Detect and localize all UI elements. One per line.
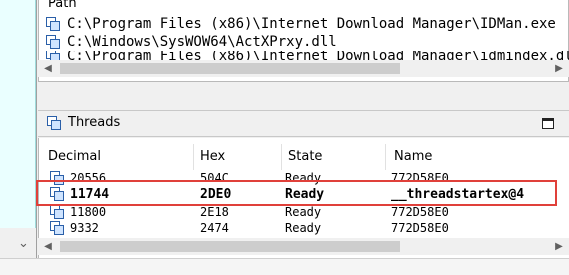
column-header-decimal[interactable]: Decimal: [38, 144, 194, 170]
cell-state: Ready: [285, 221, 322, 235]
modules-horizontal-scrollbar[interactable]: ◀ ▶: [38, 60, 569, 77]
scrollbar-thumb[interactable]: [60, 241, 400, 252]
cell-state: Ready: [285, 205, 322, 219]
column-header-name[interactable]: Name: [384, 144, 569, 170]
column-header-state[interactable]: State: [278, 144, 386, 170]
cell-name: 772D58E0: [391, 205, 449, 219]
module-icon: [46, 35, 60, 49]
scroll-left-icon[interactable]: ◀: [40, 60, 56, 77]
threads-icon: [47, 116, 61, 130]
cell-hex: 2474: [200, 221, 229, 235]
scroll-left-icon[interactable]: ◀: [40, 238, 56, 255]
thread-icon: [50, 221, 64, 235]
maximize-icon[interactable]: [542, 118, 554, 129]
thread-icon: [50, 205, 64, 219]
scroll-right-icon[interactable]: ▶: [551, 238, 567, 255]
module-icon: [46, 17, 60, 31]
path-column-header[interactable]: Path: [48, 0, 77, 11]
cell-name: 772D58E0: [391, 221, 449, 235]
module-path: C:\Windows\SysWOW64\ActXPrxy.dll: [67, 34, 337, 50]
threads-horizontal-scrollbar[interactable]: ◀ ▶: [38, 238, 569, 255]
module-row[interactable]: C:\Windows\SysWOW64\ActXPrxy.dll: [46, 33, 337, 51]
cell-hex: 2E18: [200, 205, 229, 219]
scroll-right-icon[interactable]: ▶: [551, 60, 567, 77]
threads-panel-title: Threads: [68, 115, 121, 130]
scrollbar-thumb[interactable]: [60, 63, 400, 74]
left-pane-body: [0, 0, 36, 228]
status-bar: [0, 258, 569, 275]
column-header-hex[interactable]: Hex: [190, 144, 282, 170]
module-path: C:\Program Files (x86)\Internet Download…: [67, 16, 556, 32]
cell-decimal: 11800: [70, 205, 107, 219]
cell-decimal: 9332: [70, 221, 99, 235]
chevron-down-icon[interactable]: ⌄: [18, 236, 29, 251]
left-pane: ⌄: [0, 0, 37, 258]
module-row[interactable]: C:\Program Files (x86)\Internet Download…: [46, 15, 556, 33]
row-highlight-annotation: [36, 180, 557, 206]
